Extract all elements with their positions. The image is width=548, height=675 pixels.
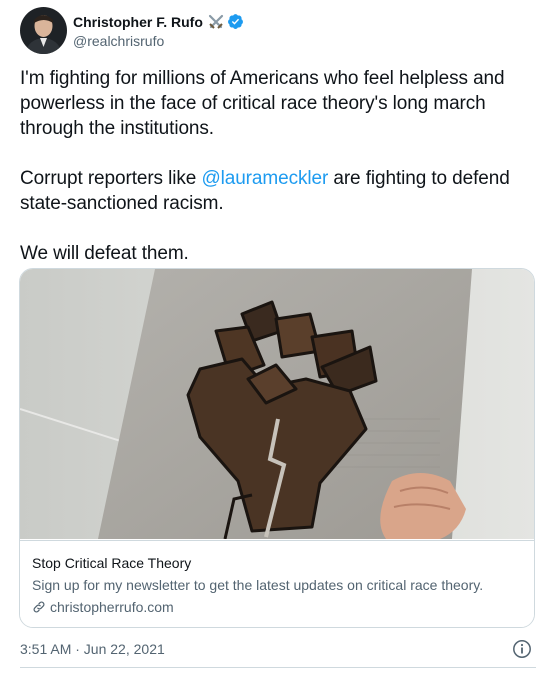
name-row: Christopher F. Rufo xyxy=(73,12,244,32)
verified-badge-icon xyxy=(227,13,244,30)
tweet-footer: 3:51 AM · Jun 22, 2021 xyxy=(20,637,532,661)
text-segment: Corrupt reporters like xyxy=(20,168,202,189)
tweet: Christopher F. Rufo @realchrisrufo I'm f… xyxy=(0,0,548,675)
link-card[interactable]: Stop Critical Race Theory Sign up for my… xyxy=(19,268,535,628)
author-names: Christopher F. Rufo @realchrisrufo xyxy=(73,12,244,49)
display-name[interactable]: Christopher F. Rufo xyxy=(73,14,203,30)
card-title[interactable]: Stop Critical Race Theory xyxy=(32,554,522,572)
card-image-raised-fist[interactable] xyxy=(20,269,534,539)
tweet-text: I'm fighting for millions of Americans w… xyxy=(20,66,530,266)
link-icon xyxy=(32,600,46,614)
card-domain-text: christopherrufo.com xyxy=(50,599,174,615)
mention-link[interactable]: @laurameckler xyxy=(201,168,328,189)
divider xyxy=(20,667,536,668)
tweet-header: Christopher F. Rufo @realchrisrufo xyxy=(20,6,244,54)
tweet-timestamp[interactable]: 3:51 AM · Jun 22, 2021 xyxy=(20,641,165,657)
card-description[interactable]: Sign up for my newsletter to get the lat… xyxy=(32,576,522,594)
tweet-paragraph-3: We will defeat them. xyxy=(20,243,189,264)
info-icon[interactable] xyxy=(512,639,532,659)
tweet-paragraph-2: Corrupt reporters like @laurameckler are… xyxy=(20,166,530,216)
tweet-paragraph-1: I'm fighting for millions of Americans w… xyxy=(20,68,505,139)
crossed-swords-icon xyxy=(207,13,225,31)
avatar[interactable] xyxy=(20,6,67,54)
card-domain[interactable]: christopherrufo.com xyxy=(32,598,522,616)
card-meta[interactable]: Stop Critical Race Theory Sign up for my… xyxy=(20,540,534,627)
author-handle[interactable]: @realchrisrufo xyxy=(73,33,244,49)
